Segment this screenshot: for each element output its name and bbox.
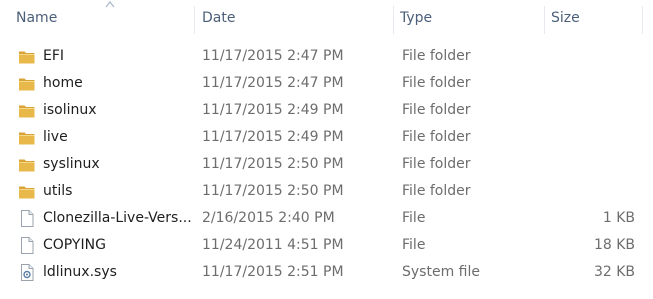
file-row[interactable]: syslinux 11/17/2015 2:50 PM File folder (0, 151, 653, 178)
file-name: home (43, 75, 83, 91)
file-date-modified: 11/17/2015 2:47 PM (202, 75, 344, 91)
file-date-modified: 11/17/2015 2:50 PM (202, 183, 344, 199)
file-rows: EFI 11/17/2015 2:47 PM File folder home 11/1… (0, 43, 653, 286)
file-date-modified: 11/17/2015 2:50 PM (202, 156, 344, 172)
file-list-view: Name Date Type Size EFI 11/17/2015 2:47 P… (0, 0, 653, 299)
file-type: File folder (402, 129, 471, 145)
file-name: Clonezilla-Live-Vers... (43, 210, 191, 226)
folder-icon (18, 101, 36, 120)
file-type: File (402, 237, 426, 253)
file-row[interactable]: home 11/17/2015 2:47 PM File folder (0, 70, 653, 97)
file-name: ldlinux.sys (43, 264, 117, 280)
column-header-type[interactable]: Type (393, 0, 544, 36)
column-header-bar: Name Date Type Size (0, 0, 653, 36)
file-size: 32 KB (593, 264, 635, 280)
file-name: isolinux (43, 102, 97, 118)
file-icon (18, 209, 36, 228)
column-header-name-label: Name (16, 10, 58, 26)
folder-icon (18, 47, 36, 66)
column-header-name[interactable]: Name (9, 0, 195, 36)
file-date-modified: 2/16/2015 2:40 PM (202, 210, 335, 226)
file-row[interactable]: Clonezilla-Live-Vers... 2/16/2015 2:40 PM… (0, 205, 653, 232)
column-divider[interactable] (642, 6, 643, 34)
file-size: 1 KB (602, 210, 635, 226)
file-row[interactable]: live 11/17/2015 2:49 PM File folder (0, 124, 653, 151)
file-type: File folder (402, 102, 471, 118)
file-size (544, 70, 635, 97)
column-header-date-label: Date (202, 10, 236, 26)
file-row[interactable]: COPYING 11/24/2011 4:51 PM File 18 KB (0, 232, 653, 259)
file-icon (18, 236, 36, 255)
folder-icon (18, 74, 36, 93)
file-name: syslinux (43, 156, 100, 172)
folder-icon (18, 182, 36, 201)
file-size (544, 124, 635, 151)
file-type: File (402, 210, 426, 226)
file-name: EFI (43, 48, 65, 64)
file-size (544, 97, 635, 124)
file-row[interactable]: isolinux 11/17/2015 2:49 PM File folder (0, 97, 653, 124)
file-row[interactable]: EFI 11/17/2015 2:47 PM File folder (0, 43, 653, 70)
column-header-size-label: Size (551, 10, 580, 26)
file-date-modified: 11/17/2015 2:49 PM (202, 129, 344, 145)
folder-icon (18, 128, 36, 147)
file-date-modified: 11/17/2015 2:49 PM (202, 102, 344, 118)
file-name: COPYING (43, 237, 106, 253)
file-type: System file (402, 264, 480, 280)
file-date-modified: 11/17/2015 2:51 PM (202, 264, 344, 280)
file-size (544, 151, 635, 178)
file-type: File folder (402, 156, 471, 172)
file-size: 18 KB (593, 237, 635, 253)
column-header-date[interactable]: Date (195, 0, 393, 36)
file-size (544, 178, 635, 205)
file-type: File folder (402, 75, 471, 91)
file-type: File folder (402, 48, 471, 64)
column-header-size[interactable]: Size (544, 0, 643, 36)
system-file-icon (18, 263, 36, 282)
file-type: File folder (402, 183, 471, 199)
file-date-modified: 11/24/2011 4:51 PM (202, 237, 344, 253)
folder-icon (18, 155, 36, 174)
file-name: utils (43, 183, 73, 199)
file-row[interactable]: ldlinux.sys 11/17/2015 2:51 PM System file… (0, 259, 653, 286)
column-header-type-label: Type (400, 10, 433, 26)
file-date-modified: 11/17/2015 2:47 PM (202, 48, 344, 64)
file-row[interactable]: utils 11/17/2015 2:50 PM File folder (0, 178, 653, 205)
sort-ascending-icon (105, 1, 115, 8)
file-name: live (43, 129, 68, 145)
file-size (544, 43, 635, 70)
